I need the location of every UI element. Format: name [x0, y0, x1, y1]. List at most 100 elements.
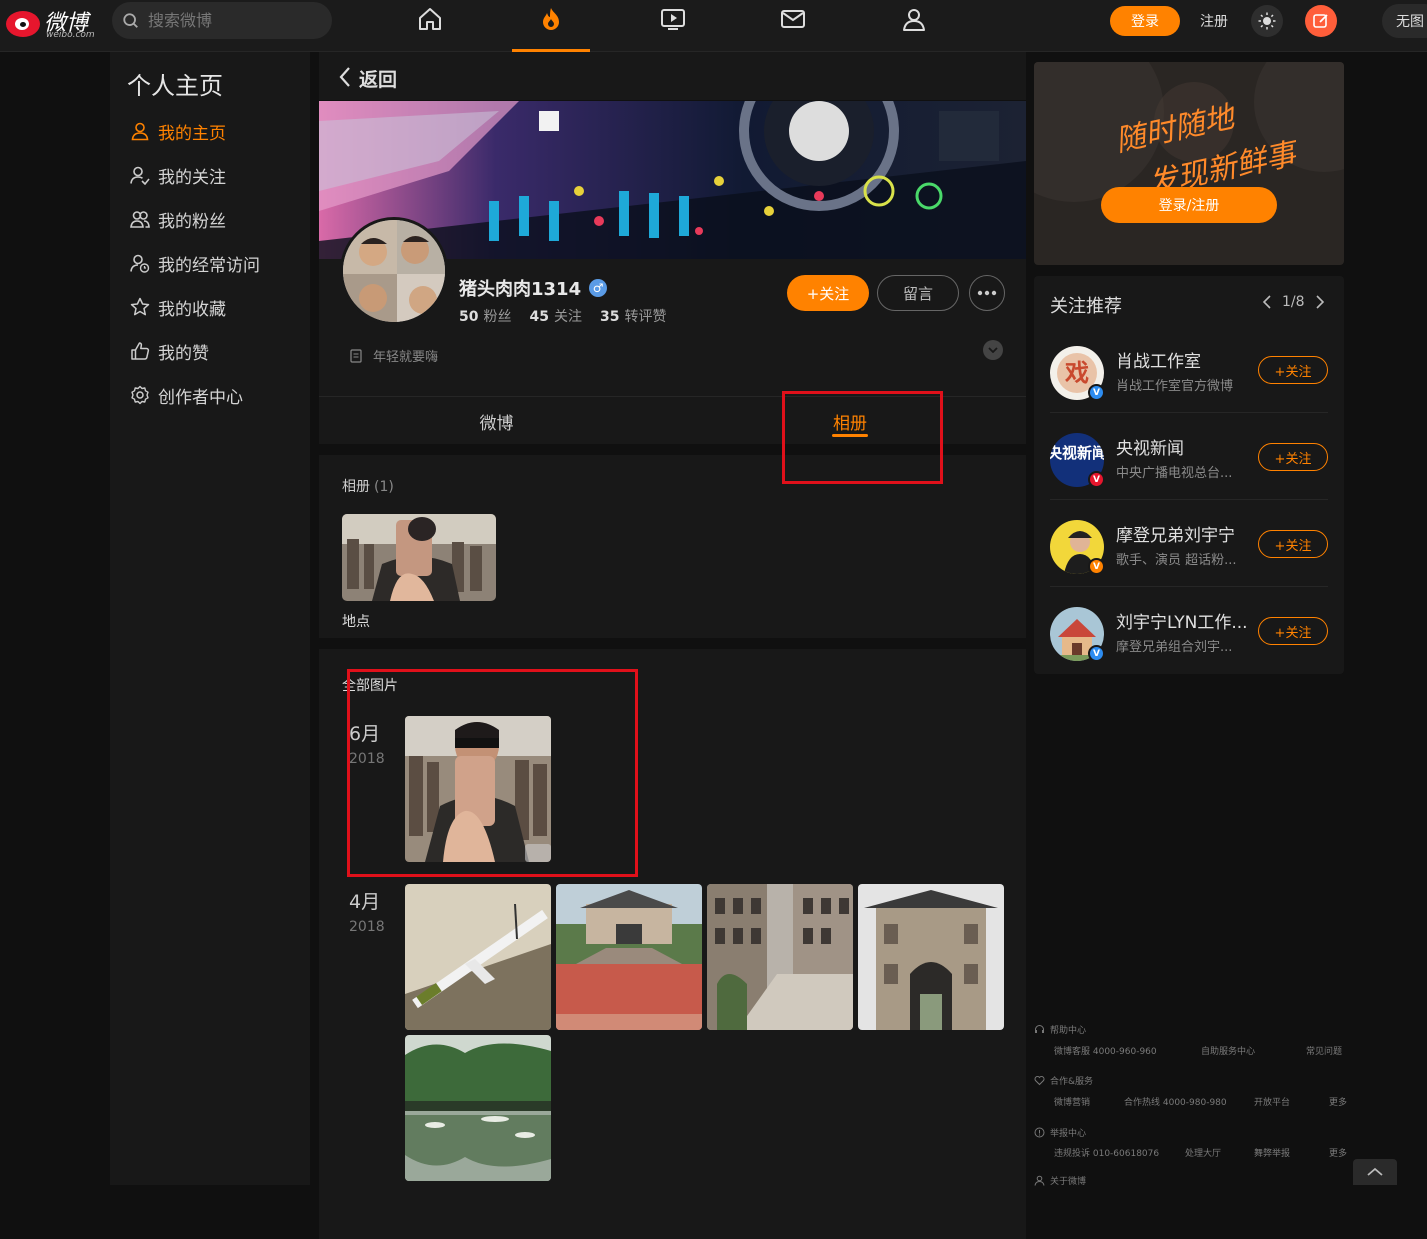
- nav-home[interactable]: [391, 0, 469, 52]
- logo-subtext: weibo.com: [46, 30, 95, 40]
- no-image-toggle[interactable]: 无图: [1382, 4, 1427, 38]
- reposts-stat: 35 转评赞: [600, 306, 666, 326]
- profile-name: 猪头肉肉1314: [459, 279, 582, 300]
- message-button[interactable]: 留言: [877, 275, 959, 311]
- followers-stat[interactable]: 50 粉丝: [459, 306, 511, 326]
- footer-link[interactable]: 更多: [1329, 1095, 1347, 1108]
- more-options-button[interactable]: [969, 275, 1005, 311]
- headset-icon: [1035, 1024, 1044, 1033]
- footer-link[interactable]: 合作热线 4000-980-980: [1124, 1095, 1227, 1108]
- back-button[interactable]: 返回: [319, 52, 1026, 100]
- chevron-left-icon[interactable]: [1262, 295, 1272, 309]
- chevron-right-icon[interactable]: [1315, 295, 1325, 309]
- search-box[interactable]: [112, 2, 332, 39]
- photo-thumbnail[interactable]: [405, 884, 551, 1030]
- photo-thumbnail[interactable]: [405, 1035, 551, 1181]
- sidebar-item-my-home[interactable]: 我的主页: [130, 118, 226, 144]
- avatar-photo-collage: [343, 220, 445, 322]
- albums-heading: 相册 (1): [342, 476, 394, 496]
- sidebar-item-following[interactable]: 我的关注: [130, 162, 226, 188]
- footer-link[interactable]: 微博营销: [1054, 1095, 1090, 1108]
- photo-thumbnail[interactable]: [707, 884, 853, 1030]
- follow-recommendations-card: 关注推荐 1/8 戏 V 肖战工作室 肖战工作室官方微博 +关注 央视新闻 V …: [1034, 276, 1344, 674]
- album-cover-location[interactable]: [342, 514, 496, 601]
- footer-link[interactable]: 更多: [1329, 1146, 1347, 1159]
- footer-link[interactable]: 处理大厅: [1185, 1146, 1221, 1159]
- sidebar-item-favorites[interactable]: 我的收藏: [130, 294, 226, 320]
- footer-coop-title: 合作&服务: [1050, 1076, 1094, 1087]
- tab-weibo[interactable]: 微博: [319, 397, 674, 445]
- recommendation-item[interactable]: V 摩登兄弟刘宇宁 歌手、演员 超话粉... +关注: [1050, 500, 1328, 587]
- footer-help-title-row: 帮助中心: [1034, 1022, 1086, 1036]
- recommend-desc: 肖战工作室官方微博: [1116, 379, 1234, 394]
- photo-thumbnail[interactable]: [405, 716, 551, 862]
- all-pictures-section: 全部图片 6月 2018 4月 2018: [319, 649, 1026, 1239]
- following-stat[interactable]: 45 关注: [529, 306, 581, 326]
- avatar[interactable]: [340, 217, 448, 325]
- badge-letter: V: [1093, 474, 1100, 485]
- verified-badge: V: [1088, 558, 1105, 575]
- footer-link[interactable]: 舞弊举报: [1254, 1146, 1290, 1159]
- recommend-name[interactable]: 肖战工作室: [1116, 347, 1256, 372]
- user-icon: [903, 9, 925, 31]
- footer-link[interactable]: 常见问题: [1306, 1044, 1342, 1057]
- footer-report-title-row: 举报中心: [1034, 1125, 1086, 1139]
- following-count: 45: [529, 309, 549, 325]
- avatar-glyph: 央视新闻: [1050, 444, 1104, 462]
- nav-video[interactable]: [634, 0, 712, 52]
- login-button[interactable]: 登录: [1110, 6, 1180, 36]
- home-icon: [419, 8, 441, 30]
- recommendation-item[interactable]: 戏 V 肖战工作室 肖战工作室官方微博 +关注: [1050, 326, 1328, 413]
- top-navigation-bar: 微博 weibo.com 登录 注册 无图: [0, 0, 1427, 52]
- fire-icon: [543, 8, 559, 30]
- recommend-name[interactable]: 刘宇宁LYN工作...: [1116, 608, 1256, 633]
- user-icon: [131, 122, 149, 141]
- recommend-name[interactable]: 摩登兄弟刘宇宁: [1116, 521, 1256, 546]
- recommend-follow-button[interactable]: +关注: [1258, 617, 1328, 645]
- badge-letter: V: [1093, 387, 1100, 398]
- photo-thumbnail[interactable]: [556, 884, 702, 1030]
- search-input[interactable]: [148, 11, 318, 30]
- theme-toggle[interactable]: [1251, 5, 1283, 37]
- male-icon: ♂: [589, 279, 608, 297]
- recommend-pager: 1/8: [1262, 294, 1325, 310]
- footer-link[interactable]: 开放平台: [1254, 1095, 1290, 1108]
- sidebar-item-creator-center[interactable]: 创作者中心: [130, 382, 243, 408]
- heart-icon: [1034, 1075, 1045, 1085]
- photo-thumbnail[interactable]: [858, 884, 1004, 1030]
- more-horizontal-icon: [977, 290, 997, 296]
- login-register-button[interactable]: 登录/注册: [1101, 187, 1277, 223]
- recommend-follow-button[interactable]: +关注: [1258, 443, 1328, 471]
- recommend-follow-button[interactable]: +关注: [1258, 356, 1328, 384]
- album-name[interactable]: 地点: [342, 611, 370, 631]
- reposts-count: 35: [599, 309, 620, 325]
- recommendation-item[interactable]: V 刘宇宁LYN工作... 摩登兄弟组合刘宇... +关注: [1050, 587, 1328, 674]
- pager-text: 1/8: [1282, 294, 1305, 310]
- footer-link[interactable]: 自助服务中心: [1201, 1044, 1255, 1057]
- recommend-name[interactable]: 央视新闻: [1116, 434, 1256, 459]
- recommendation-item[interactable]: 央视新闻 V 央视新闻 中央广播电视总台... +关注: [1050, 413, 1328, 500]
- thumbs-up-icon: [131, 342, 150, 360]
- nav-profile[interactable]: [875, 0, 953, 52]
- recommend-title: 关注推荐: [1050, 296, 1122, 317]
- courtyard-building-picture: [707, 884, 853, 1030]
- weibo-logo[interactable]: 微博 weibo.com: [4, 3, 104, 43]
- register-link[interactable]: 注册: [1200, 11, 1228, 31]
- sidebar-item-label: 创作者中心: [158, 387, 243, 408]
- sidebar-item-fans[interactable]: 我的粉丝: [130, 206, 226, 232]
- expand-profile-button[interactable]: [983, 340, 1003, 360]
- back-to-top-button[interactable]: [1353, 1159, 1397, 1185]
- nav-hot[interactable]: [512, 0, 590, 52]
- sidebar-item-frequent-visits[interactable]: 我的经常访问: [130, 250, 260, 276]
- nav-messages[interactable]: [754, 0, 832, 52]
- reposts-label: 转评赞: [624, 309, 667, 325]
- footer-link[interactable]: 微博客服 4000-960-960: [1054, 1044, 1157, 1057]
- chevron-up-icon: [1367, 1167, 1383, 1176]
- tab-album[interactable]: 相册: [674, 397, 1026, 445]
- footer-link[interactable]: 违规投诉 010-60618076: [1054, 1146, 1159, 1159]
- follow-button[interactable]: +关注: [787, 275, 869, 311]
- compose-button[interactable]: [1305, 5, 1337, 37]
- sidebar-item-likes[interactable]: 我的赞: [130, 338, 209, 364]
- followers-label: 粉丝: [483, 309, 512, 325]
- recommend-follow-button[interactable]: +关注: [1258, 530, 1328, 558]
